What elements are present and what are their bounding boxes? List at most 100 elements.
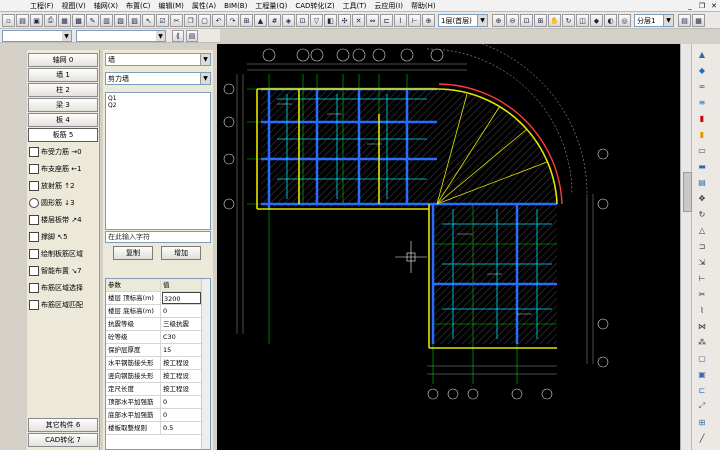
cut-icon[interactable]: ✂ (170, 14, 183, 27)
row-value[interactable]: 0 (162, 305, 201, 317)
copy-icon[interactable]: ⊐ (696, 240, 708, 252)
stack-icon[interactable]: ▤ (696, 176, 708, 188)
render-icon[interactable]: ◐ (604, 14, 617, 27)
row-value[interactable]: 0 (162, 396, 201, 408)
paste-icon[interactable]: ▢ (198, 14, 211, 27)
tool-radial-rebar[interactable]: 放射筋 ↑2 (29, 179, 99, 193)
print-icon[interactable]: ⎙ (44, 14, 57, 27)
category-other[interactable]: 其它构件 6 (28, 418, 98, 432)
copy-icon[interactable]: ❐ (184, 14, 197, 27)
menu-item-edit[interactable]: 编辑(M) (154, 1, 188, 11)
filter-input[interactable]: 在此输入字符 (105, 231, 211, 243)
add-button[interactable]: 增加 (161, 246, 201, 260)
offset-icon[interactable]: ⊏ (696, 384, 708, 396)
category-axis[interactable]: 轴网 0 (28, 53, 98, 67)
edit-icon[interactable]: ✎ (86, 14, 99, 27)
extend-icon[interactable]: ⊢ (696, 272, 708, 284)
menu-item-cad[interactable]: CAD转化(Z) (291, 1, 338, 11)
tool-region-select[interactable]: 布筋区域选择 (29, 281, 99, 295)
floor-combo[interactable]: ▼ (2, 30, 72, 42)
dynamic-view-icon[interactable]: ◎ (618, 14, 631, 27)
component-subtype-select[interactable]: 剪力墙 ▼ (105, 72, 211, 85)
undo-icon[interactable]: ↶ (212, 14, 225, 27)
lock-icon[interactable]: ▮ (696, 128, 708, 140)
merge-icon[interactable]: ⊕ (422, 14, 435, 27)
select-icon[interactable]: ↖ (142, 14, 155, 27)
menu-item-view[interactable]: 视图(V) (58, 1, 90, 11)
rotate-icon[interactable]: ↻ (696, 208, 708, 220)
row-value[interactable]: C30 (162, 331, 201, 343)
list-item[interactable]: Q1 (108, 95, 208, 102)
tool-draw-region[interactable]: 绘制板筋区域 (29, 247, 99, 261)
copy-button[interactable]: 复制 (113, 246, 153, 260)
new-icon[interactable]: ▫ (2, 14, 15, 27)
menu-item-tools[interactable]: 工具(T) (339, 1, 371, 11)
row-value[interactable]: 按工程设 (162, 357, 201, 369)
row-value[interactable]: 三级抗震 (162, 318, 201, 330)
zoom-out-icon[interactable]: ⊖ (506, 14, 519, 27)
row-value[interactable]: 0.5 (162, 422, 201, 434)
text-icon[interactable]: ▭ (696, 144, 708, 156)
layer-icon[interactable]: ▦ (692, 14, 705, 27)
table-row[interactable]: 水平钢筋接头形 按工程设 (106, 357, 210, 370)
scale-icon[interactable]: ⤢ (696, 400, 708, 412)
group-icon[interactable]: ▢ (696, 352, 708, 364)
check-icon[interactable]: ☑ (156, 14, 169, 27)
offset-icon[interactable]: ⊏ (380, 14, 393, 27)
row-value[interactable]: 按工程设 (162, 383, 201, 395)
table-row[interactable]: 竖向钢筋接头形 按工程设 (106, 370, 210, 383)
measure-icon[interactable]: ⊞ (696, 416, 708, 428)
vertical-scrollbar[interactable] (683, 44, 692, 450)
open-icon[interactable]: ▤ (16, 14, 29, 27)
menu-item-bim[interactable]: BIM(B) (220, 2, 251, 10)
tool-support-rebar[interactable]: 布支座筋 ←1 (29, 162, 99, 176)
layer-manager-icon[interactable]: ▤ (678, 14, 691, 27)
filter-icon[interactable]: ▽ (310, 14, 323, 27)
ungroup-icon[interactable]: ▣ (696, 368, 708, 380)
tool-floor-band[interactable]: 楼层板带 ↗4 (29, 213, 99, 227)
minimize-button[interactable]: _ (684, 0, 696, 12)
properties-panel-icon[interactable]: ▤ (186, 30, 198, 42)
category-column[interactable]: 柱 2 (28, 83, 98, 97)
link-icon[interactable]: ∞ (696, 80, 708, 92)
component-combo[interactable]: ▼ (76, 30, 166, 42)
menu-item-help[interactable]: 帮助(H) (407, 1, 440, 11)
menu-item-cloud[interactable]: 云应用(I) (370, 1, 407, 11)
prev-icon[interactable]: ⟪ (172, 30, 184, 42)
grid2-icon[interactable]: ⊞ (240, 14, 253, 27)
move-icon[interactable]: ✥ (696, 192, 708, 204)
category-slab[interactable]: 板 4 (28, 113, 98, 127)
grid-icon[interactable]: ▩ (72, 14, 85, 27)
menu-item-axis[interactable]: 轴网(X) (90, 1, 122, 11)
delete-icon[interactable]: ✕ (352, 14, 365, 27)
view-top-icon[interactable]: ◫ (576, 14, 589, 27)
save-icon[interactable]: ▣ (30, 14, 43, 27)
zoom-window-icon[interactable]: ⊡ (520, 14, 533, 27)
table-row[interactable]: 砼等级 C30 (106, 331, 210, 344)
lock-icon[interactable]: ▲ (254, 14, 267, 27)
stretch-icon[interactable]: ⇔ (366, 14, 379, 27)
category-wall[interactable]: 墙 1 (28, 68, 98, 82)
scroll-thumb[interactable] (683, 172, 692, 212)
component-list[interactable]: Q1 Q2 (105, 92, 211, 230)
menu-item-quantity[interactable]: 工程量(Q) (251, 1, 291, 11)
category-slab-rebar[interactable]: 板筋 5 (28, 128, 98, 142)
view-3d-icon[interactable]: ◆ (590, 14, 603, 27)
property-table-scrollbar[interactable] (201, 279, 210, 449)
break-icon[interactable]: ⌇ (394, 14, 407, 27)
layer-red-icon[interactable]: ▮ (696, 112, 708, 124)
line-icon[interactable]: ╱ (696, 432, 708, 444)
close-button[interactable]: ✕ (708, 0, 720, 12)
view3d-icon[interactable]: ◈ (282, 14, 295, 27)
chart-icon[interactable]: ▧ (114, 14, 127, 27)
tool-main-rebar[interactable]: 布受力筋 →0 (29, 145, 99, 159)
table-row[interactable]: 保护层厚度 15 (106, 344, 210, 357)
table-row[interactable]: 楼板取整规则 0.5 (106, 422, 210, 435)
align-icon[interactable]: ▬ (696, 160, 708, 172)
table-row[interactable]: 楼层 顶标高(m) 3200 (106, 292, 210, 305)
row-value[interactable]: 15 (162, 344, 201, 356)
layer-select[interactable]: 1层(首层) ▼ (438, 14, 488, 27)
drawing-canvas[interactable] (217, 44, 680, 450)
extend-icon[interactable]: ⊢ (408, 14, 421, 27)
pin-icon[interactable]: ◆ (696, 64, 708, 76)
